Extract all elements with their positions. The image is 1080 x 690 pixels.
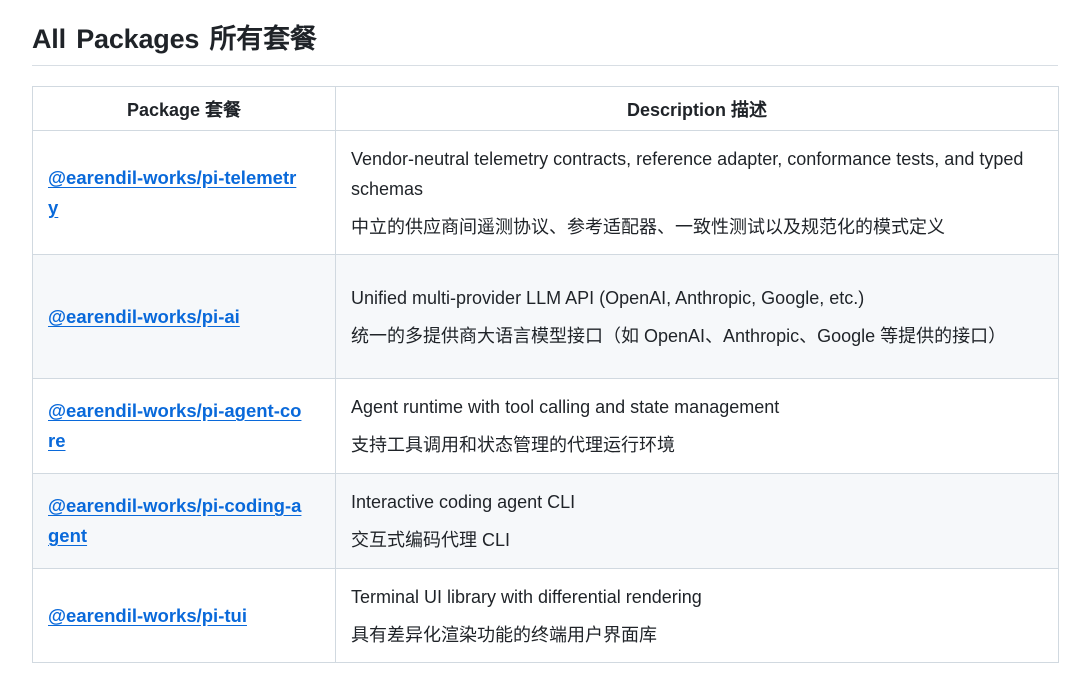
package-cell: @earendil-works/pi-ai <box>32 254 336 379</box>
table-row: @earendil-works/pi-tui Terminal UI libra… <box>32 568 1059 663</box>
package-link-pi-agent-core[interactable]: @earendil-works/pi-agent-core <box>48 400 301 451</box>
description-chinese: 具有差异化渲染功能的终端用户界面库 <box>351 624 657 645</box>
description-english: Agent runtime with tool calling and stat… <box>351 397 780 417</box>
description-chinese: 统一的多提供商大语言模型接口（如 OpenAI、Anthropic、Google… <box>351 325 1007 346</box>
table-row: @earendil-works/pi-coding-agent Interact… <box>32 473 1059 569</box>
package-cell: @earendil-works/pi-agent-core <box>32 378 336 474</box>
package-cell: @earendil-works/pi-telemetry <box>32 130 336 255</box>
description-chinese: 支持工具调用和状态管理的代理运行环境 <box>351 435 675 455</box>
table-row: @earendil-works/pi-ai Unified multi-prov… <box>32 254 1059 379</box>
package-link-pi-coding-agent[interactable]: @earendil-works/pi-coding-agent <box>48 495 301 546</box>
packages-table: Package 套餐 Description 描述 @earendil-work… <box>32 86 1059 663</box>
description-english: Unified multi-provider LLM API (OpenAI, … <box>351 287 865 308</box>
description-english: Interactive coding agent CLI <box>351 492 576 512</box>
page-content: All Packages 所有套餐 Package 套餐 Description… <box>32 0 1059 663</box>
description-cell: Unified multi-provider LLM API (OpenAI, … <box>335 254 1059 379</box>
package-link-pi-ai[interactable]: @earendil-works/pi-ai <box>48 306 240 327</box>
description-chinese: 交互式编码代理 CLI <box>351 530 511 550</box>
package-cell: @earendil-works/pi-coding-agent <box>32 473 336 569</box>
description-cell: Interactive coding agent CLI 交互式编码代理 CLI <box>335 473 1059 569</box>
description-chinese: 中立的供应商间遥测协议、参考适配器、一致性测试以及规范化的模式定义 <box>351 216 945 237</box>
column-header-description: Description 描述 <box>335 86 1059 131</box>
page-title: All Packages 所有套餐 <box>32 0 1058 66</box>
description-cell: Agent runtime with tool calling and stat… <box>335 378 1059 474</box>
package-cell: @earendil-works/pi-tui <box>32 568 336 663</box>
table-row: @earendil-works/pi-agent-core Agent runt… <box>32 378 1059 474</box>
table-row: @earendil-works/pi-telemetry Vendor-neut… <box>32 130 1059 255</box>
table-header-row: Package 套餐 Description 描述 <box>32 86 1059 131</box>
package-link-pi-telemetry[interactable]: @earendil-works/pi-telemetry <box>48 167 296 218</box>
package-link-pi-tui[interactable]: @earendil-works/pi-tui <box>48 605 247 626</box>
description-english: Terminal UI library with differential re… <box>351 586 702 607</box>
description-cell: Vendor-neutral telemetry contracts, refe… <box>335 130 1059 255</box>
column-header-package: Package 套餐 <box>32 86 336 131</box>
description-english: Vendor-neutral telemetry contracts, refe… <box>351 148 1024 199</box>
description-cell: Terminal UI library with differential re… <box>335 568 1059 663</box>
